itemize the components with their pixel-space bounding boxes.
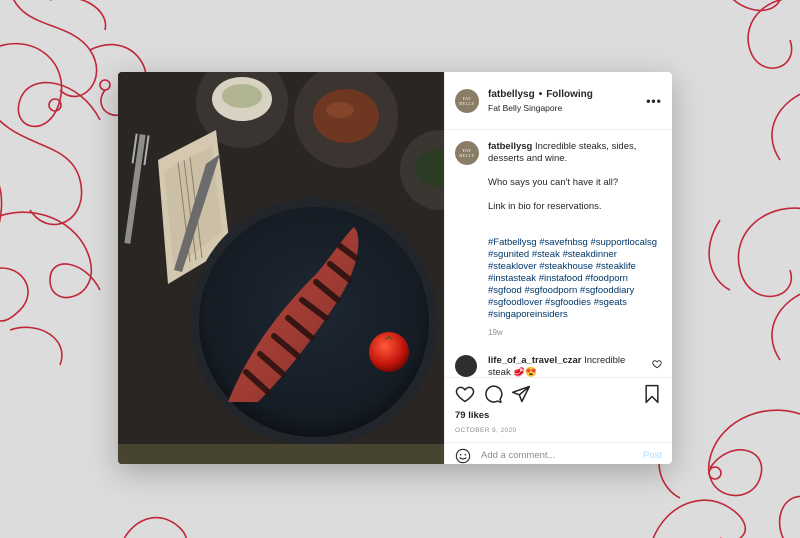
bookmark-icon[interactable] bbox=[642, 384, 662, 404]
post-date[interactable]: OCTOBER 9, 2020 bbox=[455, 427, 662, 434]
caption-hashtags[interactable]: #Fatbellysg #savefnbsg #supportlocalsg #… bbox=[488, 237, 662, 321]
separator-dot: • bbox=[538, 88, 543, 100]
post-actions: 79 likes OCTOBER 9, 2020 bbox=[445, 377, 672, 434]
post-photo[interactable] bbox=[118, 72, 444, 464]
heart-icon[interactable] bbox=[455, 384, 475, 404]
share-icon[interactable] bbox=[511, 384, 531, 404]
post-comment-button[interactable]: Post bbox=[643, 450, 662, 461]
steak-dinner-image bbox=[118, 72, 444, 464]
comment-icon[interactable] bbox=[483, 384, 503, 404]
logo-text: FAT BELLY bbox=[459, 95, 475, 106]
logo-text: FAT BELLY bbox=[459, 148, 475, 158]
header-meta: fatbellysg • Following Fat Belly Singapo… bbox=[488, 89, 646, 113]
add-comment-bar: Post bbox=[445, 442, 672, 464]
caption-username[interactable]: fatbellysg bbox=[488, 141, 532, 152]
comment-body: life_of_a_travel_czar Incredible steak 🥩… bbox=[488, 355, 643, 377]
floral-ornament-mid-left bbox=[0, 211, 101, 366]
likes-count[interactable]: 79 likes bbox=[455, 410, 662, 421]
floral-ornament-top-right bbox=[732, 0, 800, 161]
caption-body: fatbellysg Incredible steaks, sides, des… bbox=[488, 141, 662, 339]
emoji-icon[interactable] bbox=[455, 448, 471, 464]
comment-item: life_of_a_travel_czar Incredible steak 🥩… bbox=[455, 355, 662, 377]
caption-line-3: Link in bio for reservations. bbox=[488, 201, 602, 212]
floral-ornament-bottom-left bbox=[123, 516, 187, 538]
post-header: FAT BELLY fatbellysg • Following Fat Bel… bbox=[445, 72, 672, 130]
caption-avatar[interactable]: FAT BELLY bbox=[455, 141, 479, 165]
caption-row: FAT BELLY fatbellysg Incredible steaks, … bbox=[455, 141, 662, 339]
header-title-row: fatbellysg • Following bbox=[488, 89, 646, 100]
comment-input[interactable] bbox=[481, 450, 631, 461]
caption-line-2: Who says you can't have it all? bbox=[488, 177, 619, 188]
commenter-avatar[interactable] bbox=[455, 355, 477, 377]
profile-avatar[interactable]: FAT BELLY bbox=[455, 88, 479, 113]
more-options-icon[interactable]: ••• bbox=[646, 94, 662, 108]
caption-time-ago[interactable]: 19w bbox=[488, 327, 662, 339]
action-icons bbox=[455, 380, 662, 408]
location-link[interactable]: Fat Belly Singapore bbox=[488, 103, 646, 113]
floral-ornament-mid-right bbox=[708, 207, 800, 361]
comments-section: FAT BELLY fatbellysg Incredible steaks, … bbox=[445, 131, 672, 377]
comment-like-heart-icon[interactable] bbox=[652, 359, 662, 369]
post-sidebar: FAT BELLY fatbellysg • Following Fat Bel… bbox=[444, 72, 672, 464]
comment-username[interactable]: life_of_a_travel_czar bbox=[488, 355, 581, 366]
instagram-post-card: FAT BELLY fatbellysg • Following Fat Bel… bbox=[118, 72, 672, 464]
profile-username[interactable]: fatbellysg bbox=[488, 89, 535, 100]
following-status[interactable]: Following bbox=[546, 89, 593, 100]
